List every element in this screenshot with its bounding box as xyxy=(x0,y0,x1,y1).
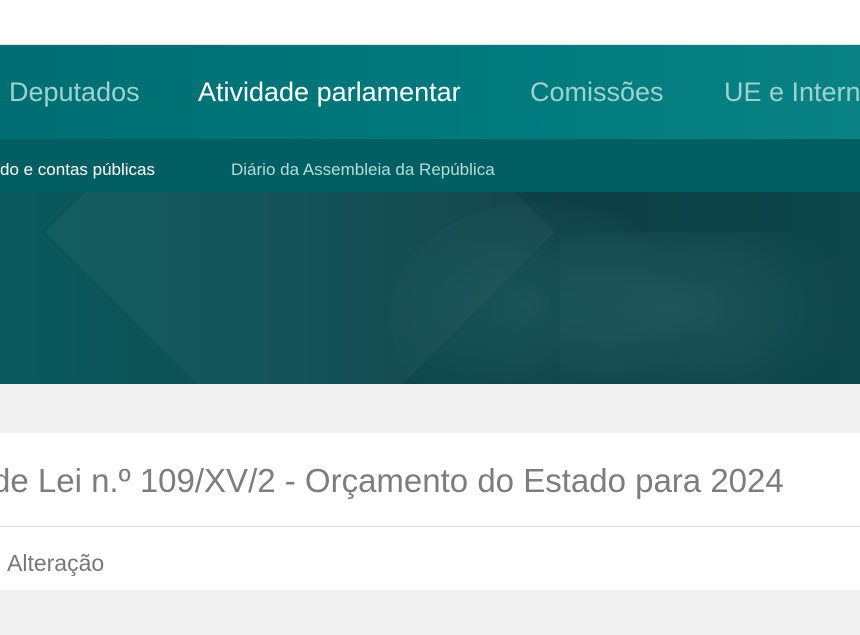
document-type-label: Alteração xyxy=(7,550,105,576)
subnav-item-orcamento-contas[interactable]: do e contas públicas xyxy=(0,159,155,181)
top-strip xyxy=(0,0,860,45)
sub-navigation: do e contas públicas Diário da Assemblei… xyxy=(0,139,860,192)
document-type-card: Alteração xyxy=(0,527,860,590)
subnav-item-diario-assembleia[interactable]: Diário da Assembleia da República xyxy=(231,159,495,181)
main-navigation: Deputados Atividade parlamentar Comissõe… xyxy=(0,45,860,139)
hero-banner xyxy=(0,192,860,384)
nav-item-comissoes[interactable]: Comissões xyxy=(530,75,664,109)
nav-item-atividade-parlamentar[interactable]: Atividade parlamentar xyxy=(198,75,461,109)
nav-item-ue-internacional[interactable]: UE e Intern xyxy=(724,75,860,109)
page-title: de Lei n.º 109/XV/2 - Orçamento do Estad… xyxy=(0,462,784,499)
nav-item-deputados[interactable]: Deputados xyxy=(9,75,140,109)
hero-statue-shade xyxy=(560,232,860,384)
title-card: de Lei n.º 109/XV/2 - Orçamento do Estad… xyxy=(0,433,860,527)
